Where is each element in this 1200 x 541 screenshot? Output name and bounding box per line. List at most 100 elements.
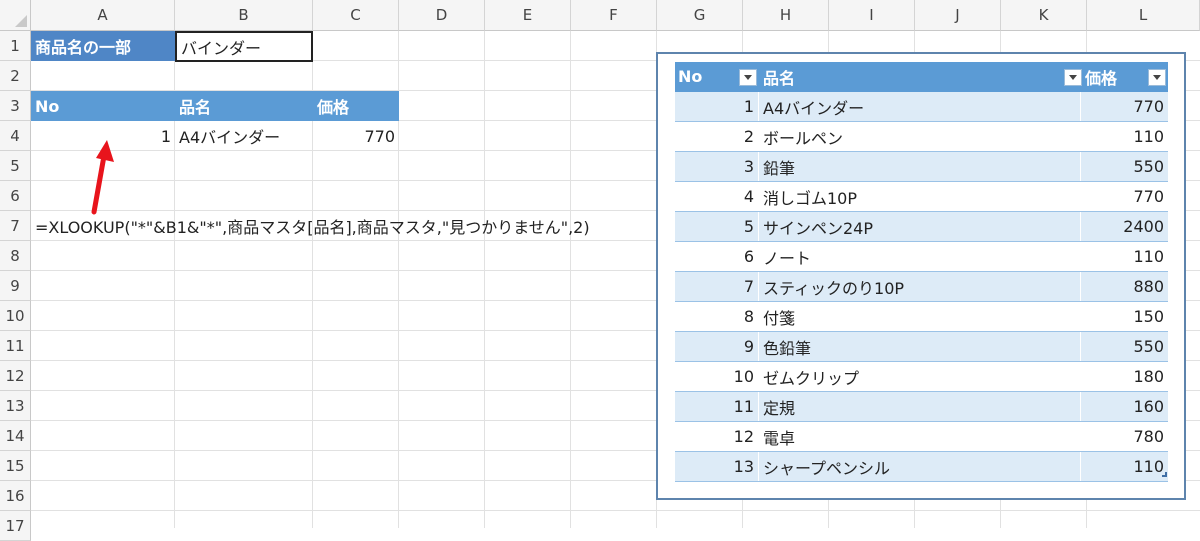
chevron-down-icon: [1069, 75, 1077, 80]
spreadsheet: ABCDEFGHIJKL 1 2 3 4 5 6 7 8 9 10 11 12 13 14 15 16 17 商…: [0, 0, 1200, 541]
column-header-l[interactable]: L: [1087, 0, 1200, 31]
cell-c4[interactable]: 770: [313, 121, 399, 151]
table-cell-name[interactable]: ゼムクリップ: [761, 362, 1081, 391]
cell-a7-formula[interactable]: =XLOOKUP("*"&B1&"*",商品マスタ[品名],商品マスタ,"見つか…: [31, 211, 651, 241]
column-header-f[interactable]: F: [571, 0, 657, 31]
table-cell-no[interactable]: 3: [675, 152, 759, 181]
table-row[interactable]: 4 消しゴム10P 770: [675, 182, 1168, 212]
row-header-10[interactable]: 10: [0, 301, 31, 331]
row-header-6[interactable]: 6: [0, 181, 31, 211]
row-header-8[interactable]: 8: [0, 241, 31, 271]
column-header-d[interactable]: D: [399, 0, 485, 31]
cell-c3[interactable]: 価格: [313, 91, 399, 121]
column-header-h[interactable]: H: [743, 0, 829, 31]
grid-line: [570, 31, 571, 528]
table-cell-price[interactable]: 770: [1081, 92, 1168, 121]
table-cell-name[interactable]: 消しゴム10P: [761, 182, 1081, 211]
cell-a3[interactable]: No: [31, 91, 175, 121]
column-header-b[interactable]: B: [175, 0, 313, 31]
table-cell-price[interactable]: 110: [1081, 242, 1168, 271]
table-cell-no[interactable]: 4: [675, 182, 759, 211]
table-row[interactable]: 2 ボールペン 110: [675, 122, 1168, 152]
column-header-i[interactable]: I: [829, 0, 915, 31]
cell-a1[interactable]: 商品名の一部: [31, 31, 175, 61]
cell-b1[interactable]: バインダー: [175, 31, 313, 62]
table-cell-name[interactable]: ボールペン: [761, 122, 1081, 151]
row-header-9[interactable]: 9: [0, 271, 31, 301]
table-cell-no[interactable]: 11: [675, 392, 759, 421]
table-row[interactable]: 13 シャープペンシル 110: [675, 452, 1168, 482]
row-header-16[interactable]: 16: [0, 481, 31, 511]
column-header-k[interactable]: K: [1001, 0, 1087, 31]
row-header-1[interactable]: 1: [0, 31, 31, 61]
column-header-g[interactable]: G: [657, 0, 743, 31]
table-cell-name[interactable]: サインペン24P: [761, 212, 1081, 241]
row-header-12[interactable]: 12: [0, 361, 31, 391]
row-header-17[interactable]: 17: [0, 511, 31, 541]
table-cell-no[interactable]: 7: [675, 272, 759, 301]
row-header-7[interactable]: 7: [0, 211, 31, 241]
row-header-5[interactable]: 5: [0, 151, 31, 181]
row-header-4[interactable]: 4: [0, 121, 31, 151]
table-cell-no[interactable]: 13: [675, 452, 759, 481]
row-header-14[interactable]: 14: [0, 421, 31, 451]
cell-b3[interactable]: 品名: [175, 91, 313, 121]
table-cell-no[interactable]: 12: [675, 422, 759, 451]
table-cell-name[interactable]: スティックのり10P: [761, 272, 1081, 301]
table-row[interactable]: 6 ノート 110: [675, 242, 1168, 272]
select-all-corner[interactable]: [0, 0, 31, 31]
table-cell-price[interactable]: 550: [1081, 152, 1168, 181]
filter-dropdown-name[interactable]: [1064, 69, 1082, 86]
table-cell-price[interactable]: 180: [1081, 362, 1168, 391]
filter-dropdown-price[interactable]: [1148, 69, 1166, 86]
table-cell-name[interactable]: ノート: [761, 242, 1081, 271]
table-cell-no[interactable]: 10: [675, 362, 759, 391]
table-row[interactable]: 5 サインペン24P 2400: [675, 212, 1168, 242]
table-cell-name[interactable]: A4バインダー: [761, 92, 1081, 121]
cell-b4[interactable]: A4バインダー: [175, 121, 313, 151]
table-row[interactable]: 9 色鉛筆 550: [675, 332, 1168, 362]
table-cell-price[interactable]: 110: [1081, 122, 1168, 151]
row-header-11[interactable]: 11: [0, 331, 31, 361]
table-row[interactable]: 7 スティックのり10P 880: [675, 272, 1168, 302]
table-cell-name[interactable]: 鉛筆: [761, 152, 1081, 181]
column-header-j[interactable]: J: [915, 0, 1001, 31]
table-cell-price[interactable]: 110: [1081, 452, 1168, 481]
row-header-15[interactable]: 15: [0, 451, 31, 481]
table-cell-name[interactable]: 色鉛筆: [761, 332, 1081, 361]
table-cell-price[interactable]: 150: [1081, 302, 1168, 331]
table-cell-price[interactable]: 770: [1081, 182, 1168, 211]
table-row[interactable]: 11 定規 160: [675, 392, 1168, 422]
column-header-e[interactable]: E: [485, 0, 571, 31]
table-cell-no[interactable]: 5: [675, 212, 759, 241]
table-row[interactable]: 3 鉛筆 550: [675, 152, 1168, 182]
table-cell-price[interactable]: 160: [1081, 392, 1168, 421]
table-row[interactable]: 8 付箋 150: [675, 302, 1168, 332]
table-header-price: 価格: [1085, 68, 1118, 88]
table-cell-price[interactable]: 880: [1081, 272, 1168, 301]
table-cell-no[interactable]: 1: [675, 92, 759, 121]
table-cell-name[interactable]: 定規: [761, 392, 1081, 421]
table-cell-price[interactable]: 550: [1081, 332, 1168, 361]
red-arrow-icon: [91, 140, 114, 215]
table-cell-price[interactable]: 2400: [1081, 212, 1168, 241]
table-cell-name[interactable]: シャープペンシル: [761, 452, 1081, 481]
table-cell-no[interactable]: 8: [675, 302, 759, 331]
filter-dropdown-no[interactable]: [739, 69, 757, 86]
table-cell-name[interactable]: 電卓: [761, 422, 1081, 451]
table-row[interactable]: 12 電卓 780: [675, 422, 1168, 452]
table-cell-no[interactable]: 6: [675, 242, 759, 271]
row-header-2[interactable]: 2: [0, 61, 31, 91]
row-header-13[interactable]: 13: [0, 391, 31, 421]
table-cell-no[interactable]: 2: [675, 122, 759, 151]
table-cell-no[interactable]: 9: [675, 332, 759, 361]
table-row[interactable]: 1 A4バインダー 770: [675, 92, 1168, 122]
table-cell-name[interactable]: 付箋: [761, 302, 1081, 331]
table-cell-price[interactable]: 780: [1081, 422, 1168, 451]
table-header-no: No: [678, 67, 703, 86]
table-resize-handle[interactable]: [1162, 472, 1167, 477]
row-header-3[interactable]: 3: [0, 91, 31, 121]
column-header-c[interactable]: C: [313, 0, 399, 31]
column-header-a[interactable]: A: [31, 0, 175, 31]
table-row[interactable]: 10 ゼムクリップ 180: [675, 362, 1168, 392]
